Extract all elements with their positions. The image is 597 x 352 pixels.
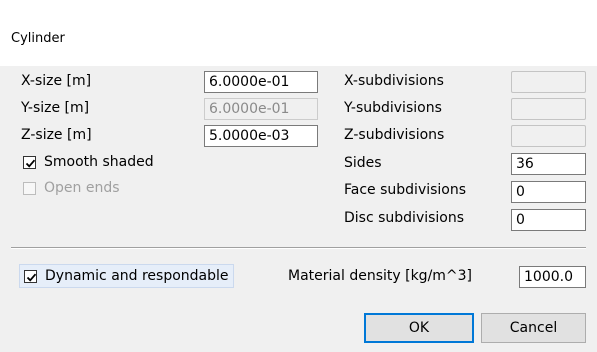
z-subdivisions-label: Z-subdivisions — [344, 127, 445, 143]
smooth-shaded-check-box[interactable] — [23, 155, 36, 169]
z-subdivisions-input — [511, 125, 586, 147]
disc-subdivisions-label: Disc subdivisions — [344, 210, 465, 226]
ok-button[interactable]: OK — [364, 313, 474, 343]
y-subdivisions-label: Y-subdivisions — [344, 100, 442, 116]
x-subdivisions-label: X-subdivisions — [344, 73, 444, 89]
dynamic-respondable-label: Dynamic and respondable — [45, 268, 229, 284]
checkmark-icon — [26, 273, 37, 282]
disc-subdivisions-input[interactable]: 0 — [511, 209, 586, 231]
cancel-button[interactable]: Cancel — [481, 313, 586, 343]
y-size-label: Y-size [m] — [21, 100, 90, 116]
checkmark-icon — [25, 159, 36, 168]
x-subdivisions-input — [511, 71, 586, 93]
material-density-label: Material density [kg/m^3] — [288, 268, 473, 284]
title-bar: Cylinder — [0, 0, 597, 66]
z-size-input[interactable]: 5.0000e-03 — [204, 125, 318, 147]
sides-input[interactable]: 36 — [511, 153, 586, 175]
x-size-label: X-size [m] — [21, 73, 92, 89]
face-subdivisions-label: Face subdivisions — [344, 182, 467, 198]
smooth-shaded-checkbox[interactable]: Smooth shaded — [23, 154, 154, 170]
window-title: Cylinder — [11, 31, 65, 46]
dynamic-respondable-checkbox[interactable]: Dynamic and respondable — [19, 264, 234, 288]
dynamic-respondable-check-box[interactable] — [24, 269, 37, 283]
y-size-input: 6.0000e-01 — [204, 98, 318, 120]
open-ends-label: Open ends — [44, 180, 120, 196]
open-ends-check-box — [23, 181, 36, 195]
sides-label: Sides — [344, 155, 382, 171]
x-size-input[interactable]: 6.0000e-01 — [204, 71, 318, 93]
z-size-label: Z-size [m] — [21, 127, 92, 143]
face-subdivisions-input[interactable]: 0 — [511, 181, 586, 203]
separator — [11, 247, 586, 249]
y-subdivisions-input — [511, 98, 586, 120]
material-density-input[interactable]: 1000.0 — [519, 266, 586, 288]
open-ends-checkbox: Open ends — [23, 180, 120, 196]
smooth-shaded-label: Smooth shaded — [44, 154, 154, 170]
